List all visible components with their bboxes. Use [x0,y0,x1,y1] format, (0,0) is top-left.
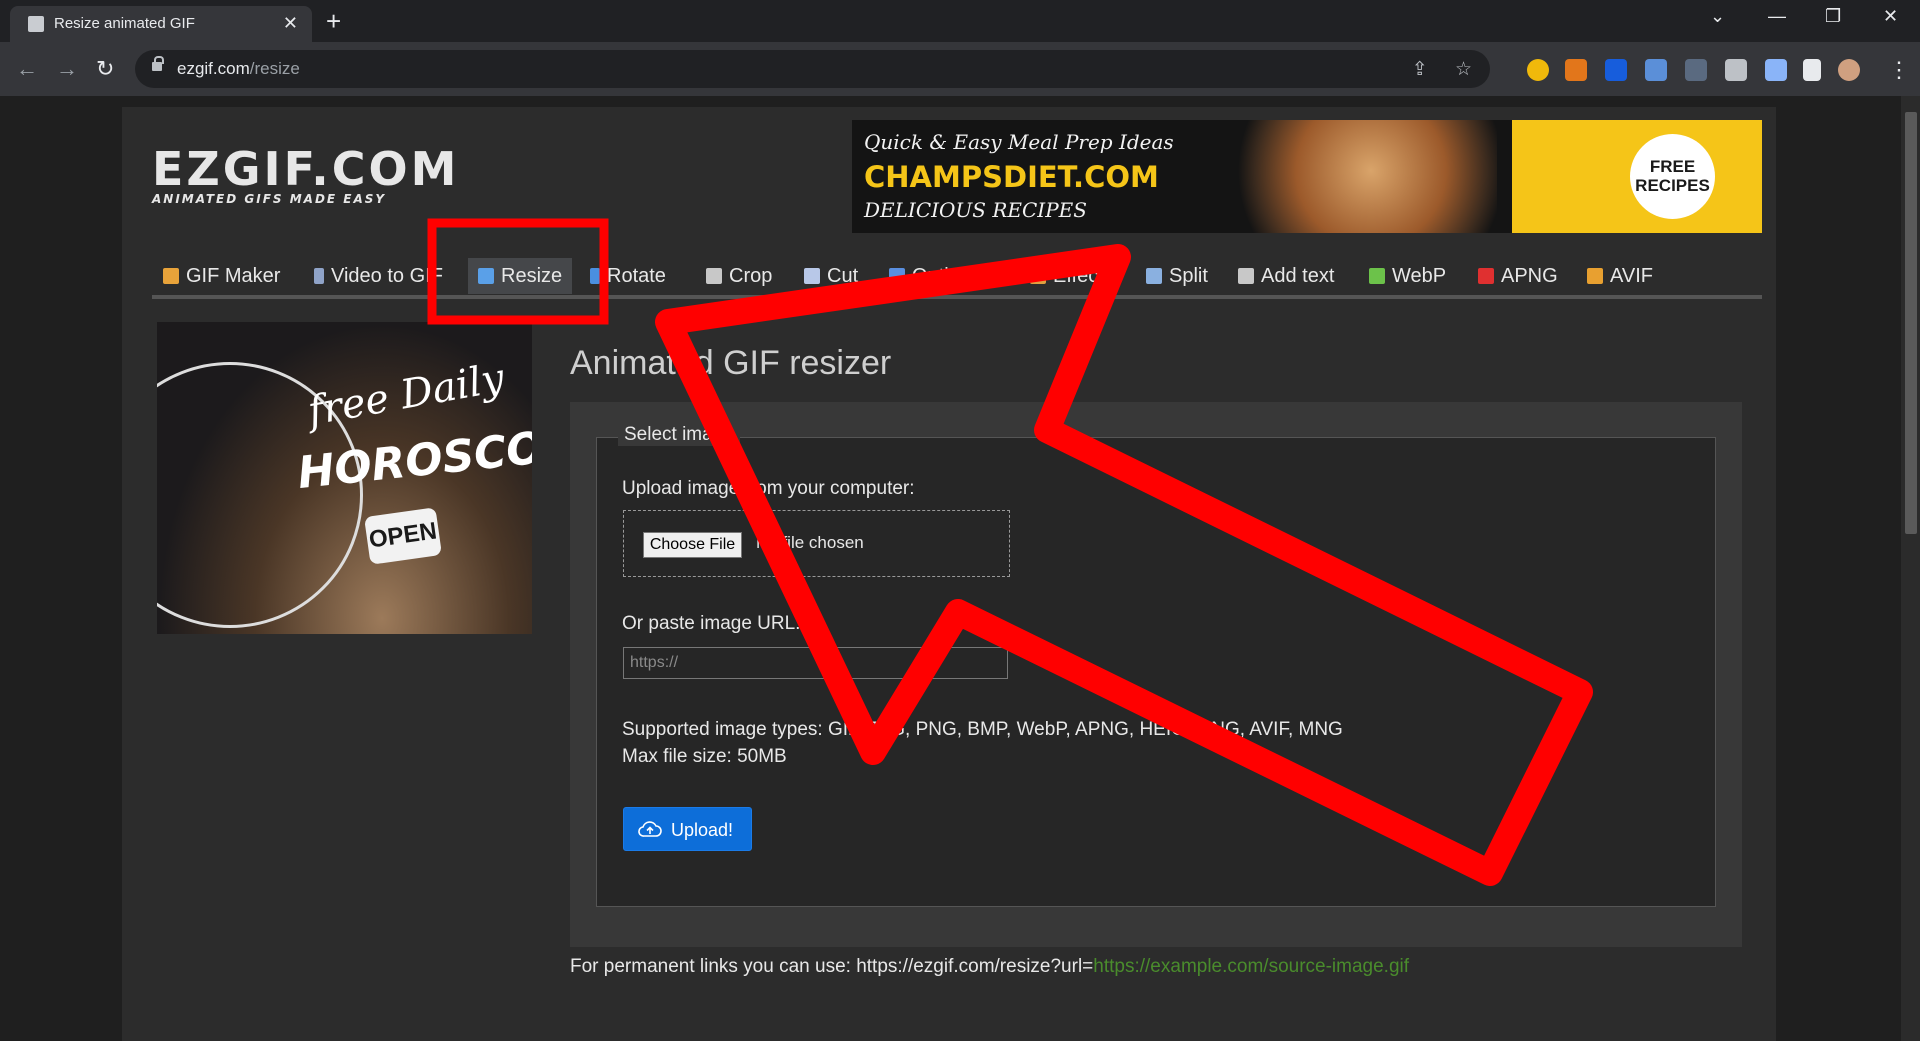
max-file-size-text: Max file size: 50MB [622,746,787,767]
split-icon [1146,268,1162,284]
forward-button[interactable]: → [56,56,78,82]
translate-extension-icon[interactable] [1645,59,1667,81]
ad-line-1: Quick & Easy Meal Prep Ideas [864,130,1174,154]
upload-label: Upload image from your computer: [622,478,915,499]
upload-button[interactable]: Upload! [623,807,752,851]
ad-free-recipes-badge: FREE RECIPES [1630,134,1715,219]
browser-menu-icon[interactable]: ⋮ [1888,57,1910,83]
apng-icon [1478,268,1494,284]
metamask-extension-icon[interactable] [1565,59,1587,81]
profile-avatar[interactable] [1838,59,1860,81]
ad-line-3: DELICIOUS RECIPES [864,198,1087,222]
add-text-icon [1238,268,1254,284]
logo-text: EZGIF.COM [152,142,460,196]
tab-search-icon[interactable]: ⌄ [1710,6,1725,27]
nav-resize[interactable]: Resize [468,258,573,294]
fieldset-legend: Select image [618,424,740,446]
browser-tab-bar: Resize animated GIF ✕ + ⌄ — ❐ ✕ [0,0,1920,42]
cut-icon [804,268,820,284]
nav-crop[interactable]: Crop [706,258,772,294]
crop-icon [706,268,722,284]
ad-food-image [1217,120,1497,233]
webp-icon [1369,268,1385,284]
optimize-icon [889,268,905,284]
url-text: ezgif.com/resize [177,59,300,78]
address-bar[interactable]: ezgif.com/resize ⇪ ☆ [135,50,1490,88]
choose-file-button[interactable]: Choose File [643,532,742,558]
tab-title: Resize animated GIF [54,15,195,32]
horoscope-open-button[interactable]: OPEN [364,507,442,565]
avif-icon [1587,268,1603,284]
gif-maker-icon [163,268,179,284]
permalink-text: For permanent links you can use: https:/… [570,956,1410,977]
download-helper-extension-icon[interactable] [1685,59,1707,81]
nav-video-to-gif[interactable]: Video to GIF [314,258,443,294]
effects-icon [1030,268,1046,284]
page-scrollbar[interactable] [1901,96,1920,1041]
close-tab-icon[interactable]: ✕ [283,13,298,34]
ad-line-2: CHAMPSDIET.COM [864,160,1159,194]
upload-button-label: Upload! [671,820,734,840]
share-icon[interactable]: ⇪ [1412,59,1428,80]
resize-icon [478,268,494,284]
ezgif-logo[interactable]: EZGIF.COM ANIMATED GIFS MADE EASY [152,142,460,206]
downloads-icon[interactable] [1765,59,1787,81]
nav-underline [152,295,1762,299]
bookmark-star-icon[interactable]: ☆ [1455,59,1472,80]
reload-button[interactable]: ↻ [96,56,114,82]
cloud-upload-icon [638,821,662,837]
scrollbar-thumb[interactable] [1905,112,1917,534]
video-icon [314,268,324,284]
nav-rotate[interactable]: Rotate [590,258,666,294]
rotate-icon [590,268,600,284]
no-file-chosen-text: No file chosen [756,533,864,552]
minimize-button[interactable]: — [1768,6,1786,27]
nav-avif[interactable]: AVIF [1587,258,1653,294]
new-tab-button[interactable]: + [326,6,341,37]
permalink-example-link[interactable]: https://example.com/source-image.gif [1093,956,1409,977]
browser-tab[interactable]: Resize animated GIF ✕ [10,6,312,42]
close-window-button[interactable]: ✕ [1883,6,1898,27]
back-button[interactable]: ← [16,56,38,82]
nav-add-text[interactable]: Add text [1238,258,1334,294]
nav-apng[interactable]: APNG [1478,258,1558,294]
supported-types-text: Supported image types: GIF, JPG, PNG, BM… [622,719,1343,740]
nav-gif-maker[interactable]: GIF Maker [163,258,280,294]
nav-optimize[interactable]: Optimize [889,258,991,294]
side-panel-icon[interactable] [1803,59,1821,81]
paste-url-label: Or paste image URL: [622,613,801,634]
banner-ad[interactable]: Quick & Easy Meal Prep Ideas CHAMPSDIET.… [852,120,1762,233]
bitwarden-extension-icon[interactable] [1605,59,1627,81]
nav-effects[interactable]: Effects [1030,258,1114,294]
horoscope-ad[interactable]: free Daily HOROSCOPE OPEN [157,322,532,634]
nav-webp[interactable]: WebP [1369,258,1446,294]
nav-split[interactable]: Split [1146,258,1208,294]
horoscope-ad-line-1: free Daily [304,355,508,435]
ezgif-favicon-icon [28,16,44,32]
page-title: Animated GIF resizer [570,344,892,382]
extensions-puzzle-icon[interactable] [1725,59,1747,81]
lock-icon[interactable] [152,56,164,71]
nav-cut[interactable]: Cut [804,258,858,294]
image-url-input[interactable] [623,647,1008,679]
binance-extension-icon[interactable] [1527,59,1549,81]
restore-button[interactable]: ❐ [1825,6,1841,27]
